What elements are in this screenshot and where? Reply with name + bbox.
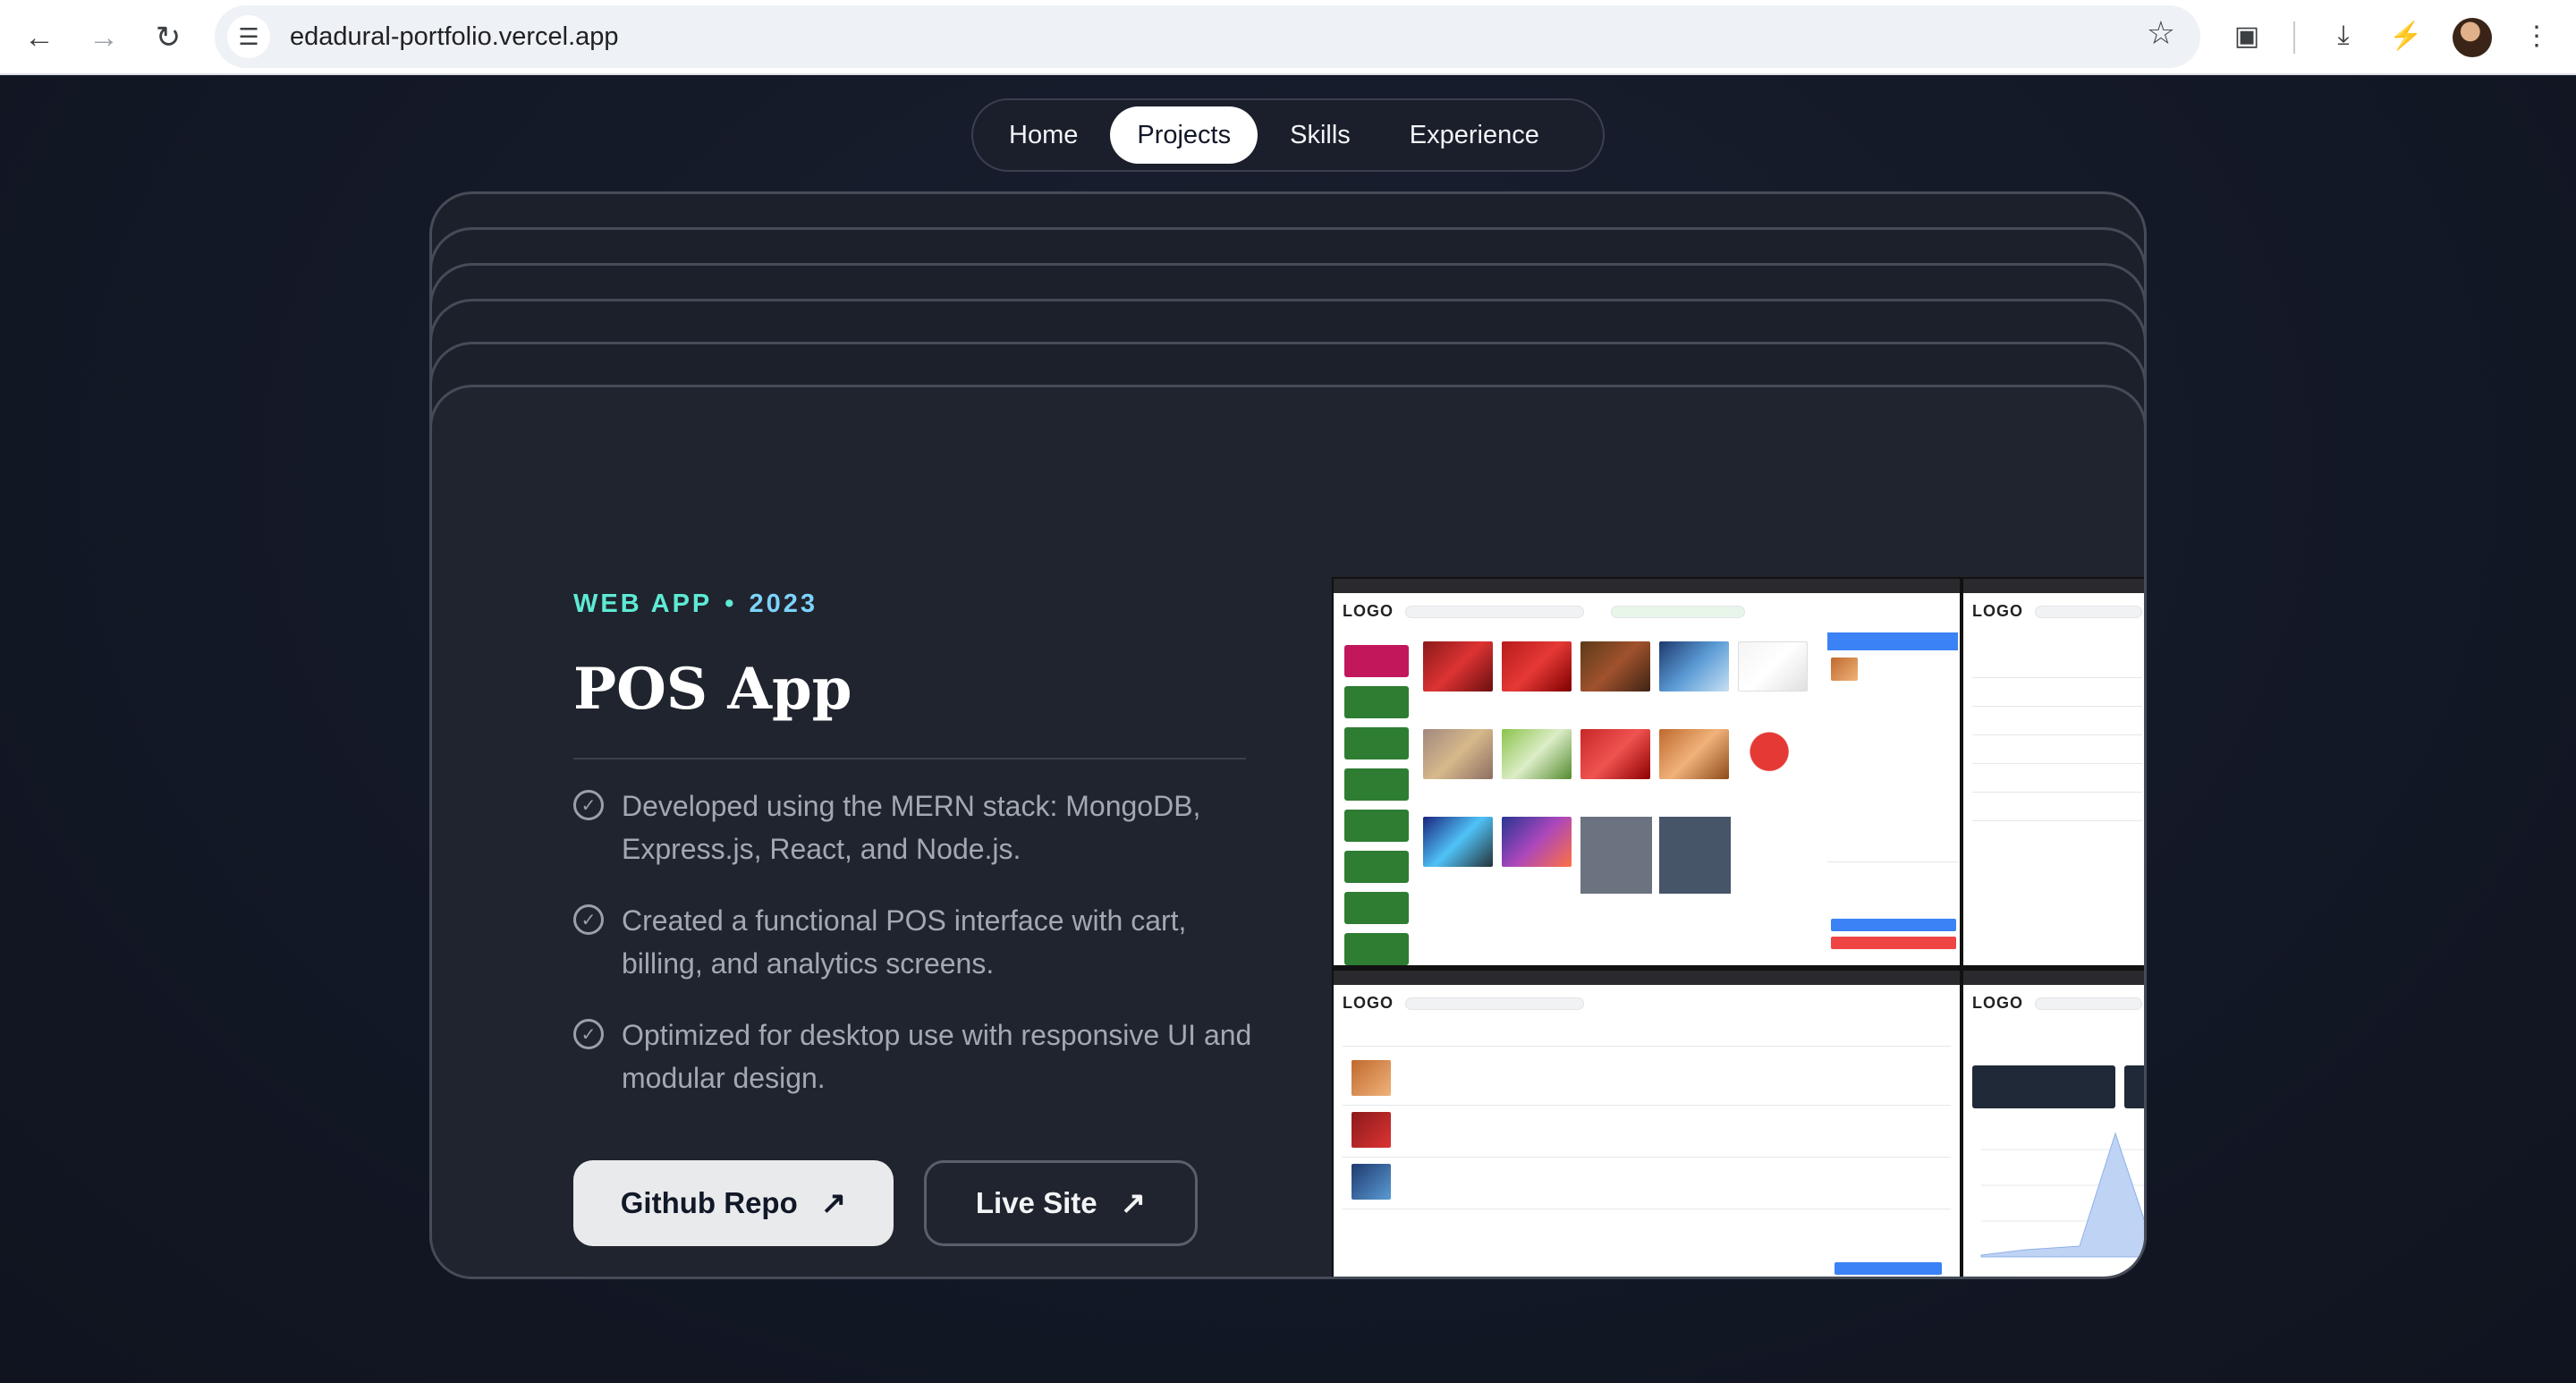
section-nav: Home Projects Skills Experience <box>971 98 1605 172</box>
divider <box>573 758 1246 759</box>
external-arrow-icon: ↗ <box>1120 1186 1147 1220</box>
feature-text: Created a functional POS interface with … <box>622 904 1187 980</box>
feature-text: Developed using the MERN stack: MongoDB,… <box>622 790 1201 865</box>
live-site-button[interactable]: Live Site ↗ <box>924 1160 1198 1246</box>
cart-screen-preview: LOGO <box>1334 971 1960 1277</box>
profile-avatar[interactable] <box>2453 18 2492 57</box>
project-meta: WEB APP • 2023 <box>573 590 818 619</box>
check-circle-icon: ✓ <box>573 790 604 820</box>
nav-projects[interactable]: Projects <box>1110 106 1258 164</box>
stats-chart <box>1980 1132 2144 1258</box>
check-circle-icon: ✓ <box>573 904 604 935</box>
meta-separator: • <box>724 590 737 618</box>
external-arrow-icon: ↗ <box>820 1186 847 1220</box>
project-card: WEB APP • 2023 POS App ✓ Developed using t… <box>429 385 2147 1279</box>
url-text[interactable]: edadural-portfolio.vercel.app <box>290 22 619 52</box>
nav-home[interactable]: Home <box>982 106 1105 164</box>
preview-logo: LOGO <box>1972 994 2023 1012</box>
feature-text: Optimized for desktop use with responsiv… <box>622 1019 1252 1094</box>
download-icon[interactable]: ⤓ <box>2320 13 2367 59</box>
pos-screen-preview: LOGO <box>1334 579 1960 965</box>
site-settings-icon[interactable]: ☰ <box>227 15 270 58</box>
feature-item: ✓ Created a functional POS interface wit… <box>573 899 1253 985</box>
check-circle-icon: ✓ <box>573 1019 604 1049</box>
toolbar-divider <box>2293 21 2295 54</box>
feature-item: ✓ Developed using the MERN stack: MongoD… <box>573 785 1253 870</box>
github-repo-label: Github Repo <box>620 1186 798 1219</box>
nav-experience[interactable]: Experience <box>1383 106 1566 164</box>
preview-logo: LOGO <box>1972 602 2023 620</box>
extensions-icon[interactable]: ▣ <box>2224 13 2270 59</box>
bookmark-star-icon[interactable]: ☆ <box>2147 14 2175 52</box>
feature-list: ✓ Developed using the MERN stack: MongoD… <box>573 785 1253 1128</box>
reload-icon[interactable]: ↻ <box>147 16 190 59</box>
statistics-screen-preview: LOGO <box>1963 971 2144 1277</box>
customers-screen-preview: LOGO <box>1963 579 2144 965</box>
performance-icon[interactable]: ⚡ <box>2383 13 2429 59</box>
live-site-label: Live Site <box>975 1186 1097 1219</box>
portfolio-page: Home Projects Skills Experience WEB APP •… <box>0 77 2576 1383</box>
feature-item: ✓ Optimized for desktop use with respons… <box>573 1014 1253 1099</box>
back-arrow-icon[interactable]: ← <box>18 16 61 59</box>
nav-skills[interactable]: Skills <box>1263 106 1377 164</box>
github-repo-button[interactable]: Github Repo ↗ <box>573 1160 894 1246</box>
address-bar[interactable]: ☰ edadural-portfolio.vercel.app ☆ <box>215 5 2200 68</box>
project-screenshot: LOGO LOGO LOGO LOGO <box>1332 577 2144 1277</box>
project-title: POS App <box>573 656 852 723</box>
preview-logo: LOGO <box>1343 994 1394 1012</box>
project-year: 2023 <box>749 590 818 618</box>
preview-logo: LOGO <box>1343 602 1394 620</box>
more-menu-icon[interactable]: ⋮ <box>2513 13 2560 59</box>
forward-arrow-icon[interactable]: → <box>82 16 125 59</box>
browser-toolbar: ← → ↻ ☰ edadural-portfolio.vercel.app ☆ … <box>0 0 2576 75</box>
project-tag: WEB APP <box>573 590 713 618</box>
